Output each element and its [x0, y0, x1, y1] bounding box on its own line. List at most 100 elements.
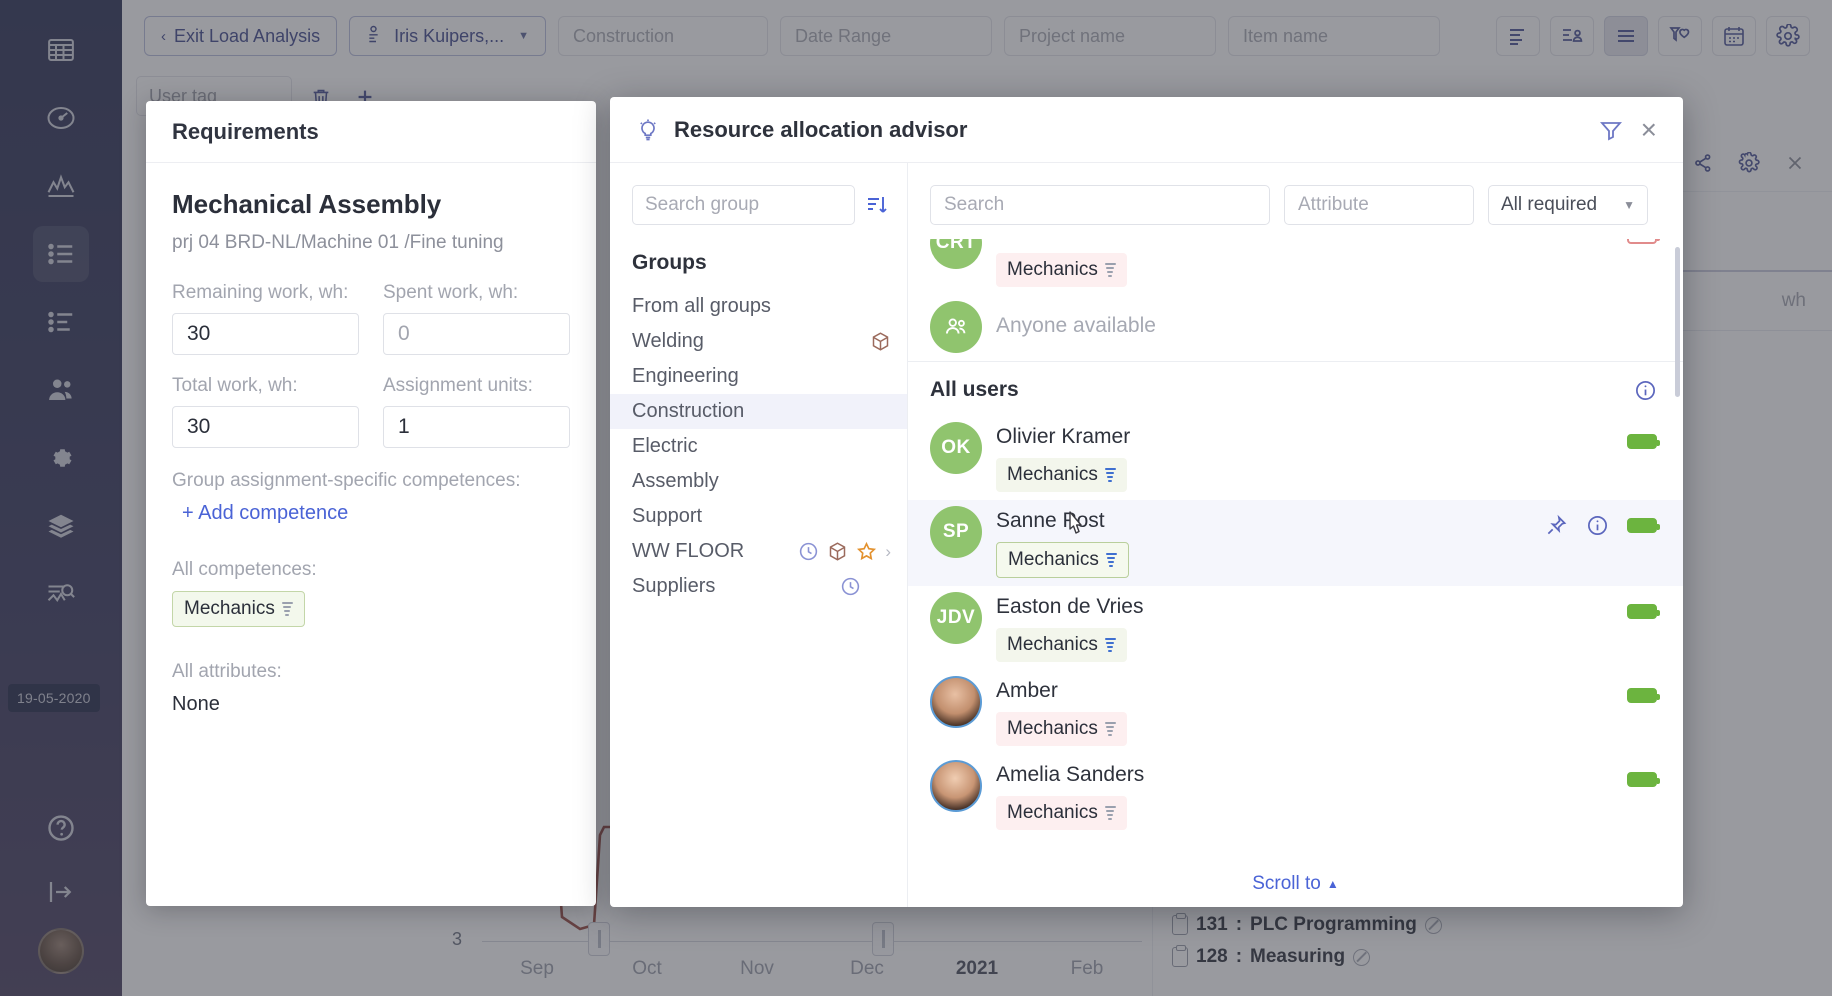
attribute-filter-input[interactable]: Attribute: [1284, 185, 1474, 225]
cube-icon: [827, 541, 848, 562]
signal-level-icon: [282, 602, 293, 616]
availability-battery-icon: [1627, 688, 1657, 703]
avatar: CRT: [930, 239, 982, 269]
total-work-input[interactable]: 30: [172, 406, 359, 448]
group-item-assembly[interactable]: Assembly: [610, 464, 907, 499]
work-fields-row-1: Remaining work, wh: 30 Spent work, wh: 0: [172, 282, 570, 355]
user-row-body: Amelia Sanders Mechanics: [996, 760, 1627, 830]
group-search-input[interactable]: Search group: [632, 185, 855, 225]
info-icon[interactable]: [1634, 379, 1657, 402]
group-item-welding[interactable]: Welding: [610, 324, 907, 359]
competence-chip[interactable]: Mechanics: [996, 253, 1127, 287]
avatar-initials: CRT: [936, 239, 977, 254]
group-item-from-all-groups[interactable]: From all groups: [610, 289, 907, 324]
team-row-body: Construction Team Mechanics: [996, 239, 1627, 287]
group-item-label: Suppliers: [632, 575, 715, 598]
groups-title: Groups: [610, 225, 907, 289]
competence-chip[interactable]: Mechanics: [996, 542, 1129, 578]
availability-battery-icon: [1627, 604, 1657, 619]
group-item-engineering[interactable]: Engineering: [610, 359, 907, 394]
chevron-right-icon[interactable]: ›: [885, 542, 891, 562]
signal-level-icon: [1106, 553, 1117, 567]
user-row-body: Amber Mechanics: [996, 676, 1627, 746]
user-row-sanne-post[interactable]: SP Sanne Post Mechanics: [908, 500, 1683, 586]
avatar-initials: OK: [941, 437, 971, 459]
competence-chip-label: Mechanics: [184, 598, 275, 620]
clock-icon: [840, 576, 861, 597]
requirement-item-path: prj 04 BRD-NL/Machine 01 /Fine tuning: [172, 232, 570, 254]
avatar: [930, 301, 982, 353]
advisor-body: Search group Groups From all groups Weld…: [610, 163, 1683, 907]
competence-chip-label: Mechanics: [1007, 634, 1098, 656]
anyone-available-label: Anyone available: [996, 301, 1657, 338]
competence-chip-label: Mechanics: [1007, 259, 1098, 281]
competence-chip[interactable]: Mechanics: [996, 712, 1127, 746]
avatar: [930, 676, 982, 728]
assignment-units-input[interactable]: 1: [383, 406, 570, 448]
group-item-label: Electric: [632, 435, 698, 458]
all-users-section-header: All users: [908, 361, 1683, 416]
scroll-to-button[interactable]: Scroll to ▲: [1252, 873, 1339, 895]
group-item-construction[interactable]: Construction: [610, 394, 907, 429]
group-item-label: WW FLOOR: [632, 540, 744, 563]
assignment-units-field-group: Assignment units: 1: [383, 375, 570, 448]
group-competences-label: Group assignment-specific competences:: [172, 470, 570, 492]
row-anyone-available[interactable]: Anyone available: [908, 295, 1683, 361]
avatar-initials: SP: [943, 521, 969, 543]
team-row-construction-team[interactable]: CRT Construction Team Mechanics: [908, 239, 1683, 295]
user-row-body: Easton de Vries Mechanics: [996, 592, 1627, 662]
total-work-field-group: Total work, wh: 30: [172, 375, 359, 448]
close-icon[interactable]: ×: [1637, 116, 1661, 144]
requirements-title: Requirements: [172, 119, 319, 145]
scroll-up-arrow-icon: ▲: [1327, 877, 1339, 891]
spent-work-input[interactable]: 0: [383, 313, 570, 355]
competence-chip[interactable]: Mechanics: [996, 458, 1127, 492]
sort-desc-icon[interactable]: [865, 193, 889, 217]
user-row-olivier-kramer[interactable]: OK Olivier Kramer Mechanics: [908, 416, 1683, 500]
competence-chip[interactable]: Mechanics: [996, 628, 1127, 662]
users-pane: Search Attribute All required ▼ CRT: [908, 163, 1683, 907]
team-row-actions: [1627, 239, 1657, 287]
remaining-work-input[interactable]: 30: [172, 313, 359, 355]
user-name: Amelia Sanders: [996, 760, 1627, 787]
work-fields-row-2: Total work, wh: 30 Assignment units: 1: [172, 375, 570, 448]
competence-chip-mechanics[interactable]: Mechanics: [172, 591, 305, 627]
user-row-easton-de-vries[interactable]: JDV Easton de Vries Mechanics: [908, 586, 1683, 670]
requirements-body: Mechanical Assembly prj 04 BRD-NL/Machin…: [146, 163, 596, 742]
user-row-body: Sanne Post Mechanics: [996, 506, 1545, 578]
chevron-down-icon: ▼: [1623, 198, 1635, 212]
cube-icon: [870, 331, 891, 352]
user-name: Amber: [996, 676, 1627, 703]
funnel-icon[interactable]: [1599, 118, 1623, 142]
signal-level-icon: [1105, 263, 1116, 277]
user-name: Sanne Post: [996, 506, 1545, 533]
row-body: Anyone available: [996, 301, 1657, 353]
all-users-label: All users: [930, 378, 1019, 402]
competence-chip[interactable]: Mechanics: [996, 796, 1127, 830]
group-item-ww-floor[interactable]: WW FLOOR ›: [610, 534, 907, 569]
user-row-actions: [1627, 760, 1657, 830]
user-row-actions: [1627, 592, 1657, 662]
user-row-amelia-sanders[interactable]: Amelia Sanders Mechanics: [908, 754, 1683, 838]
user-search-input[interactable]: Search: [930, 185, 1270, 225]
group-item-suppliers[interactable]: Suppliers: [610, 569, 907, 604]
all-competences-label: All competences:: [172, 559, 570, 581]
remaining-work-field-group: Remaining work, wh: 30: [172, 282, 359, 355]
user-filters-row: Search Attribute All required ▼: [908, 163, 1683, 239]
competence-chip-label: Mechanics: [1007, 464, 1098, 486]
required-select-label: All required: [1501, 194, 1597, 216]
required-select[interactable]: All required ▼: [1488, 185, 1648, 225]
user-row-body: Olivier Kramer Mechanics: [996, 422, 1627, 492]
competence-chip-label: Mechanics: [1007, 802, 1098, 824]
add-competence-button[interactable]: + Add competence: [172, 502, 570, 525]
group-item-support[interactable]: Support: [610, 499, 907, 534]
availability-battery-icon: [1627, 518, 1657, 533]
info-icon[interactable]: [1586, 514, 1609, 542]
group-item-label: Welding: [632, 330, 704, 353]
user-row-amber[interactable]: Amber Mechanics: [908, 670, 1683, 754]
advisor-title: Resource allocation advisor: [674, 117, 967, 143]
users-scroll-area[interactable]: CRT Construction Team Mechanics: [908, 239, 1683, 907]
user-name: Easton de Vries: [996, 592, 1627, 619]
pin-icon[interactable]: [1545, 514, 1568, 542]
group-item-electric[interactable]: Electric: [610, 429, 907, 464]
